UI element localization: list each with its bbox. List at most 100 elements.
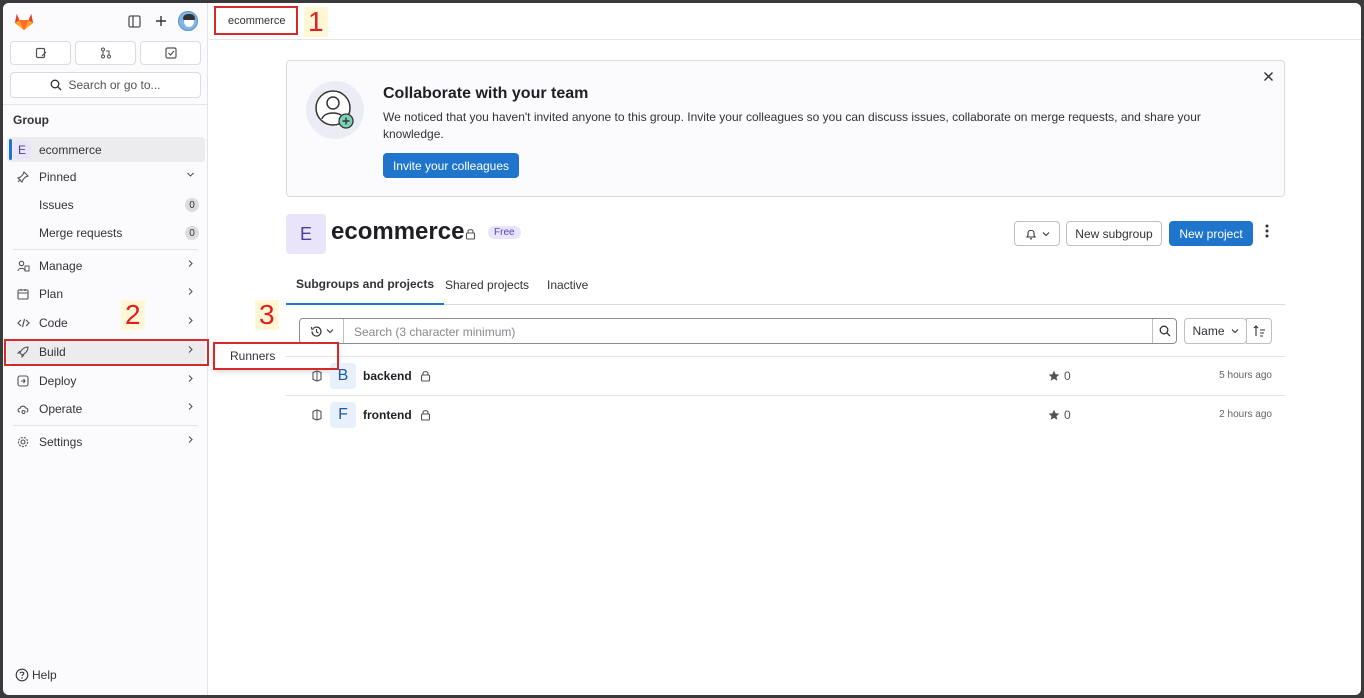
banner-text: We noticed that you haven't invited anyo… [383,110,1201,141]
plan-badge: Free [488,226,521,239]
filter-search-bar: Search (3 character minimum) [299,318,1177,344]
close-icon[interactable] [1263,69,1274,85]
star-icon [1048,370,1060,381]
user-avatar[interactable] [178,11,198,31]
star-count: 0 [1048,408,1071,422]
annotation-number-3: 3 [255,300,279,330]
project-avatar: F [330,402,356,428]
search-input[interactable]: Search (3 character minimum) [354,325,515,339]
star-icon [1048,409,1060,420]
context-label: Group [13,113,49,127]
sidebar-top [3,3,208,39]
top-bar: ecommerce [209,3,1361,40]
chevron-right-icon [186,374,195,386]
updated-time: 2 hours ago [1219,409,1272,420]
pin-icon [16,170,30,183]
help-question-icon [15,668,29,682]
sidebar-item-label: Settings [39,434,83,449]
group-avatar-large: E [286,214,326,254]
sidebar-item-deploy[interactable]: Deploy [7,368,205,393]
code-icon [16,317,30,329]
sidebar-item-label: Code [39,315,68,330]
list-item[interactable]: F frontend 0 2 hours ago [286,396,1285,434]
banner-title: Collaborate with your team [383,85,589,102]
sidebar-item-settings[interactable]: Settings [7,429,205,454]
chevron-right-icon [186,287,195,299]
sort-direction-button[interactable] [1246,318,1272,344]
chevron-down-icon [1042,231,1049,236]
chevron-down-icon [186,170,195,182]
sidebar-item-build[interactable]: Build [7,339,205,364]
merge-requests-count-badge: 0 [185,226,199,240]
sidebar-item-operate[interactable]: Operate [7,396,205,421]
project-avatar: B [330,363,356,389]
annotation-number-2: 2 [121,300,145,330]
sidebar-item-label: Deploy [39,373,77,388]
sidebar-divider [13,249,198,250]
sidebar-item-label: Operate [39,401,83,416]
chevron-right-icon [186,345,195,357]
settings-gear-icon [16,436,30,448]
sidebar-item-plan[interactable]: Plan [7,281,205,306]
help-label: Help [32,668,57,682]
bell-icon [1025,229,1036,239]
search-icon [1159,325,1170,337]
star-count-value: 0 [1064,369,1071,383]
chevron-right-icon [186,259,195,271]
todo-list-button[interactable] [140,41,201,65]
issues-icon [35,47,46,59]
lock-icon [465,228,476,243]
flyout-item-label: Runners [230,349,276,363]
sort-field-dropdown[interactable]: Name [1184,318,1247,344]
project-type-icon [312,370,322,385]
project-name-link[interactable]: backend [363,369,412,383]
sidebar-item-issues[interactable]: Issues 0 [7,192,205,217]
sidebar-item-label: Merge requests [39,225,123,240]
tab-subgroups-and-projects[interactable]: Subgroups and projects [286,265,445,305]
tab-shared-projects[interactable]: Shared projects [445,265,529,305]
tab-label: Subgroups and projects [296,277,435,291]
sidebar-item-code[interactable]: Code [7,310,205,335]
list-item[interactable]: B backend 0 5 hours ago [286,357,1285,395]
calendar-icon [16,288,30,300]
rocket-icon [16,345,30,358]
new-project-button[interactable]: New project [1169,221,1253,246]
new-subgroup-button[interactable]: New subgroup [1066,221,1162,246]
chevron-right-icon [186,402,195,414]
sidebar-divider [13,425,198,426]
help-button[interactable]: Help [15,668,57,682]
invite-banner: Collaborate with your team We noticed th… [286,60,1285,197]
plus-icon[interactable] [152,12,170,30]
recent-searches-dropdown[interactable] [300,319,344,343]
sidebar-item-pinned[interactable]: Pinned [7,164,205,189]
sidebar-toggle-icon[interactable] [125,12,143,30]
lock-icon [420,409,431,424]
notifications-dropdown[interactable] [1014,221,1060,246]
history-icon [310,325,322,337]
search-button[interactable]: Search or go to... [10,72,201,98]
tab-label: Shared projects [445,278,530,292]
sidebar-item-label: Issues [39,197,74,212]
tab-label: Inactive [547,278,589,292]
chevron-right-icon [186,316,195,328]
browser-window: Search or go to... Group E ecommerce Pin… [3,3,1361,695]
sidebar-item-manage[interactable]: Manage [7,253,205,278]
merge-requests-button[interactable] [75,41,136,65]
users-icon [16,260,30,272]
star-count: 0 [1048,369,1071,383]
search-submit-button[interactable] [1152,319,1176,343]
gitlab-logo-icon[interactable] [13,11,35,31]
more-actions-icon[interactable] [1265,224,1269,243]
button-label: Invite your colleagues [392,158,510,173]
button-label: New subgroup [1075,226,1153,241]
sidebar-item-group[interactable]: E ecommerce [7,137,205,162]
sidebar-item-merge-requests[interactable]: Merge requests 0 [7,220,205,245]
sidebar-separator [3,104,208,105]
invite-colleagues-button[interactable]: Invite your colleagues [383,153,519,178]
breadcrumb[interactable]: ecommerce [228,15,285,27]
project-name-link[interactable]: frontend [363,408,412,422]
sidebar: Search or go to... Group E ecommerce Pin… [3,3,208,695]
assigned-issues-button[interactable] [10,41,71,65]
search-icon [51,79,62,91]
tab-inactive[interactable]: Inactive [547,265,588,305]
